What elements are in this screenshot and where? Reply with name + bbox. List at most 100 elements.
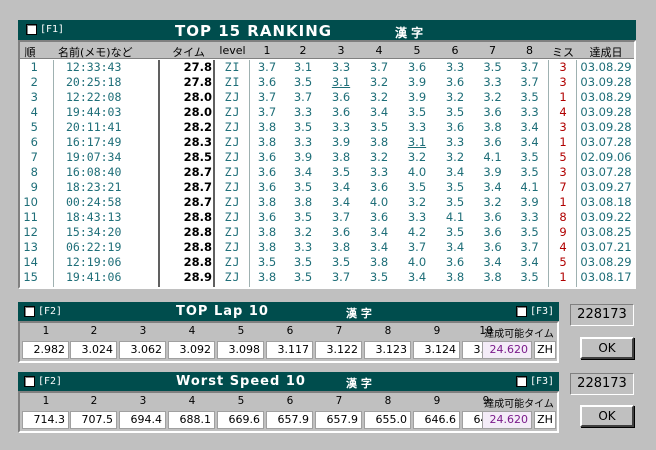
lap-value-7: 3.123 <box>364 341 411 359</box>
table-row[interactable]: 11 18:43:13 28.8 ZJ 3.6 3.5 3.7 3.6 3.3 4.1 3.6 3.3… <box>20 210 634 225</box>
lap-value-8: 3.124 <box>413 341 460 359</box>
table-row[interactable]: 14 12:19:06 28.8 ZJ 3.5 3.5 3.5 3.8 4.0 3.6 3.4 3.4… <box>20 255 634 270</box>
lap-ok-button[interactable]: OK <box>580 337 634 359</box>
ranking-cell-13: 02.09.06 <box>580 150 632 164</box>
ranking-cell-0: 1 <box>30 60 38 74</box>
table-row[interactable]: 2 20:25:18 27.8 ZI 3.6 3.5 3.1 3.2 3.9 3.6 3.3 3.7 3… <box>20 75 634 90</box>
ranking-cell-10: 3.8 <box>483 270 502 284</box>
ranking-cell-9: 3.6 <box>445 255 465 269</box>
ranking-cell-7: 3.4 <box>369 240 389 254</box>
worst-header-5: 6 <box>286 395 294 407</box>
ranking-cell-0: 10 <box>23 195 38 209</box>
ranking-cell-5: 3.5 <box>293 270 313 284</box>
worst-value-7: 655.0 <box>364 411 411 429</box>
ranking-header-9: 6 <box>451 44 459 57</box>
ranking-cell-1: 18:23:21 <box>66 180 122 194</box>
lap-checkbox-left[interactable] <box>24 306 35 317</box>
ranking-cell-13: 03.08.29 <box>580 60 632 74</box>
ranking-cell-1: 20:25:18 <box>66 75 122 89</box>
ranking-cell-3: ZJ <box>224 165 241 179</box>
ranking-cell-8: 3.2 <box>407 150 427 164</box>
ranking-header-row: 順位名前(メモ)などタイムlevel12345678ミス達成日 <box>20 42 634 75</box>
worst-header-2: 3 <box>139 395 147 407</box>
ranking-checkbox[interactable] <box>26 24 37 35</box>
lap-panel: 1 2 3 4 5 6 7 8 9 10 達成可能タイム 2.982 3.024 3.062 3.092 3.… <box>18 321 559 363</box>
worst-ok-button[interactable]: OK <box>580 405 634 427</box>
ranking-cell-1: 19:41:06 <box>66 270 122 284</box>
ranking-cell-0: 14 <box>23 255 38 269</box>
worst-header-7: 8 <box>384 395 392 407</box>
ranking-cell-6: 3.8 <box>331 240 351 254</box>
lap-value-1: 3.024 <box>70 341 117 359</box>
ranking-cell-2: 28.7 <box>183 195 212 209</box>
table-row[interactable]: 7 19:07:34 28.5 ZJ 3.6 3.9 3.8 3.2 3.2 3.2 4.1 3.5 5… <box>20 150 634 165</box>
ranking-cell-11: 3.7 <box>520 60 539 74</box>
worst-checkbox-right[interactable] <box>516 376 527 387</box>
ranking-cell-8: 3.6 <box>407 60 427 74</box>
ranking-cell-0: 8 <box>30 165 38 179</box>
table-row[interactable]: 9 18:23:21 28.7 ZJ 3.6 3.5 3.4 3.6 3.5 3.5 3.4 4.1 7… <box>20 180 634 195</box>
ranking-cell-0: 11 <box>23 210 38 224</box>
ranking-cell-5: 3.3 <box>293 240 313 254</box>
ranking-cell-0: 2 <box>30 75 38 89</box>
ranking-cell-6: 3.5 <box>331 165 351 179</box>
table-row[interactable]: 3 12:22:08 28.0 ZJ 3.7 3.7 3.6 3.2 3.9 3.2 3.2 3.5 1… <box>20 90 634 105</box>
ranking-cell-10: 3.3 <box>483 75 502 89</box>
ranking-cell-4: 3.7 <box>257 90 277 104</box>
ranking-cell-5: 3.2 <box>293 225 313 239</box>
ranking-cell-9: 3.3 <box>445 60 465 74</box>
ranking-cell-13: 03.08.17 <box>580 270 632 284</box>
table-row[interactable]: 5 20:11:41 28.2 ZJ 3.8 3.5 3.3 3.5 3.3 3.6 3.8 3.4 3… <box>20 120 634 135</box>
ranking-cell-10: 3.9 <box>483 165 502 179</box>
table-row[interactable]: 13 06:22:19 28.8 ZJ 3.8 3.3 3.8 3.4 3.7 3.4 3.6 3.7… <box>20 240 634 255</box>
ranking-cell-8: 4.0 <box>407 255 427 269</box>
ranking-cell-12: 9 <box>559 225 567 239</box>
ranking-cell-13: 03.07.28 <box>580 135 632 149</box>
table-row[interactable]: 1 12:33:43 27.8 ZI 3.7 3.1 3.3 3.7 3.6 3.3 3.5 3.7 3… <box>20 60 634 75</box>
ranking-cell-4: 3.6 <box>257 165 277 179</box>
table-row[interactable]: 12 15:34:20 28.8 ZJ 3.8 3.2 3.6 3.4 4.2 3.5 3.6 3.5… <box>20 225 634 240</box>
ranking-cell-3: ZJ <box>224 225 241 239</box>
ranking-cell-4: 3.7 <box>257 105 277 119</box>
table-row[interactable]: 6 16:17:49 28.3 ZJ 3.8 3.3 3.9 3.8 3.1 3.3 3.6 3.4 1… <box>20 135 634 150</box>
lap-score: 228173 <box>570 304 634 326</box>
lap-header-8: 9 <box>433 325 441 337</box>
ranking-cell-1: 16:08:40 <box>66 165 122 179</box>
ranking-cell-9: 3.5 <box>445 195 465 209</box>
worst-value-3: 688.1 <box>168 411 215 429</box>
lap-fkey-left: [F2] <box>38 306 63 317</box>
table-row[interactable]: 8 16:08:40 28.7 ZJ 3.6 3.4 3.5 3.3 4.0 3.4 3.9 3.5 3… <box>20 165 634 180</box>
lap-header-6: 7 <box>335 325 343 337</box>
worst-checkbox-left[interactable] <box>24 376 35 387</box>
ranking-cell-6: 3.7 <box>331 210 351 224</box>
ranking-header-5: 2 <box>299 44 307 57</box>
ranking-cell-12: 3 <box>559 60 567 74</box>
table-row[interactable]: 4 19:44:03 28.0 ZJ 3.7 3.3 3.6 3.4 3.5 3.5 3.6 3.3 4… <box>20 105 634 120</box>
ranking-titlebar: [F1] TOP 15 RANKING 漢 字 <box>18 20 636 40</box>
table-row[interactable]: 10 00:24:58 28.7 ZJ 3.8 3.8 3.4 4.0 3.2 3.5 3.2 3.9… <box>20 195 634 210</box>
lap-achievable-time: 24.620 <box>482 341 532 359</box>
ranking-cell-10: 3.4 <box>483 180 502 194</box>
ranking-cell-8: 4.2 <box>407 225 427 239</box>
ranking-cell-3: ZI <box>224 60 241 74</box>
ranking-cell-7: 3.8 <box>369 135 389 149</box>
ranking-cell-11: 4.1 <box>520 180 539 194</box>
worst-header-3: 4 <box>188 395 196 407</box>
ranking-cell-8: 3.5 <box>407 180 427 194</box>
ranking-cell-1: 00:24:58 <box>66 195 122 209</box>
ranking-cell-0: 13 <box>23 240 38 254</box>
ranking-cell-4: 3.6 <box>257 75 277 89</box>
ranking-cell-11: 3.4 <box>520 135 539 149</box>
ranking-cell-2: 27.8 <box>183 60 212 74</box>
ranking-cell-3: ZJ <box>224 105 241 119</box>
ranking-cell-3: ZJ <box>224 180 241 194</box>
table-row[interactable]: 15 19:41:06 28.9 ZJ 3.8 3.5 3.7 3.5 3.4 3.8 3.8 3.5… <box>20 270 634 285</box>
ranking-cell-5: 3.3 <box>293 135 313 149</box>
ranking-cell-7: 3.5 <box>369 270 389 284</box>
ranking-cell-5: 3.4 <box>293 165 313 179</box>
ranking-cell-10: 3.6 <box>483 240 502 254</box>
ranking-cell-10: 4.1 <box>483 150 502 164</box>
ranking-cell-12: 3 <box>559 165 567 179</box>
lap-checkbox-right[interactable] <box>516 306 527 317</box>
ranking-cell-0: 9 <box>30 180 38 194</box>
